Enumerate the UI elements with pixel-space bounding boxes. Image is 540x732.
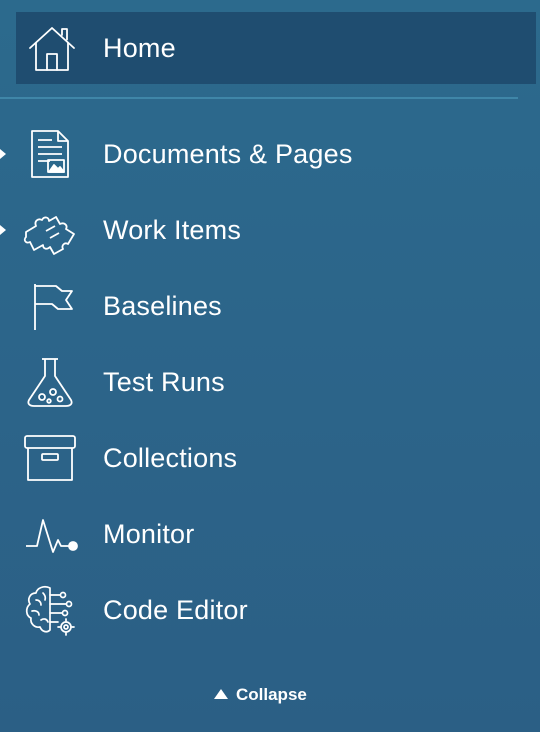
nav-item-documents-pages-label: Documents & Pages — [103, 139, 353, 169]
expand-arrow-icon[interactable] — [0, 149, 6, 159]
nav-item-code-editor-label: Code Editor — [103, 595, 248, 625]
home-icon — [24, 20, 80, 76]
puzzle-icon — [22, 202, 78, 258]
collapse-button[interactable]: Collapse — [214, 684, 307, 706]
pulse-icon — [22, 506, 78, 562]
collapse-label: Collapse — [236, 685, 307, 704]
document-icon — [22, 126, 78, 182]
nav-item-code-editor[interactable]: Code Editor — [0, 579, 520, 641]
archive-box-icon — [22, 430, 78, 486]
nav-item-monitor[interactable]: Monitor — [0, 503, 520, 565]
nav-item-baselines-label: Baselines — [103, 291, 222, 321]
triangle-up-icon — [214, 689, 228, 699]
nav-item-monitor-label: Monitor — [103, 519, 195, 549]
nav-item-test-runs[interactable]: Test Runs — [0, 351, 520, 413]
nav-item-home-label: Home — [103, 33, 176, 63]
nav-item-work-items[interactable]: Work Items — [0, 199, 520, 261]
flag-icon — [22, 278, 78, 334]
nav-item-baselines[interactable]: Baselines — [0, 275, 520, 337]
expand-arrow-icon[interactable] — [0, 225, 6, 235]
nav-item-test-runs-label: Test Runs — [103, 367, 225, 397]
nav-item-collections[interactable]: Collections — [0, 427, 520, 489]
nav-item-documents-pages[interactable]: Documents & Pages — [0, 123, 520, 185]
nav-divider — [0, 97, 518, 99]
brain-circuit-icon — [22, 582, 78, 638]
flask-icon — [22, 354, 78, 410]
nav-item-collections-label: Collections — [103, 443, 238, 473]
sidebar-navigation: Home Documents & Pages Work Items Baseli… — [0, 0, 540, 732]
nav-item-home[interactable]: Home — [16, 12, 536, 84]
nav-item-work-items-label: Work Items — [103, 215, 242, 245]
